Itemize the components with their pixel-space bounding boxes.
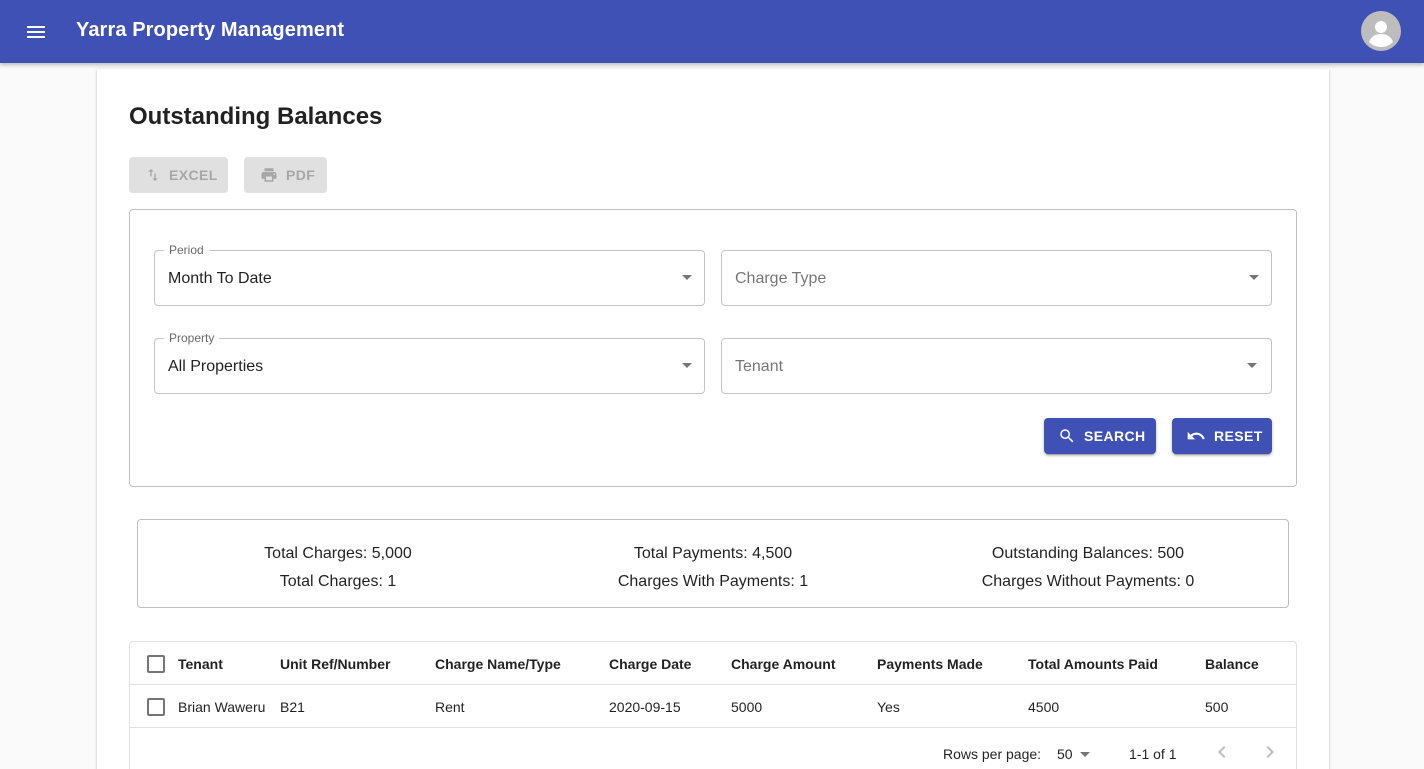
period-select[interactable]: Period Month To Date [154, 243, 705, 306]
chevron-left-icon [1218, 746, 1226, 758]
total-payments-amount: Total Payments: 4,500 [633, 545, 793, 562]
rows-per-page-select[interactable]: 50 [1057, 746, 1073, 762]
app-title: Yarra Property Management [76, 19, 345, 41]
dropdown-arrow-icon [682, 275, 692, 280]
charges-without-payments: Charges Without Payments: 0 [981, 573, 1195, 590]
total-charges-amount: Total Charges: 5,000 [264, 545, 412, 562]
select-all-checkbox[interactable] [147, 655, 165, 673]
reset-button-label: RESET [1214, 428, 1263, 444]
avatar[interactable] [1361, 11, 1401, 51]
data-grid: Tenant Unit Ref/Number Charge Name/Type … [129, 641, 1297, 769]
page-title: Outstanding Balances [129, 103, 383, 130]
table-pagination: Rows per page: 50 1-1 of 1 [130, 728, 1296, 769]
column-header[interactable]: Payments Made [877, 656, 983, 672]
table-cell: 500 [1205, 699, 1229, 715]
charge-type-placeholder: Charge Type [735, 270, 827, 287]
column-header[interactable]: Unit Ref/Number [280, 656, 390, 672]
chevron-right-icon [1266, 746, 1274, 758]
menu-icon[interactable] [20, 16, 52, 48]
table-cell: Rent [435, 699, 465, 715]
period-label: Period [164, 243, 209, 257]
search-icon [1060, 429, 1074, 443]
column-header[interactable]: Charge Date [609, 656, 691, 672]
import-export-icon [148, 169, 158, 181]
pdf-export-label: PDF [286, 167, 316, 183]
table-cell: Brian Waweru [178, 699, 266, 715]
column-header[interactable]: Tenant [178, 656, 223, 672]
summary-payments: Total Payments: 4,500 Charges With Payme… [563, 540, 863, 596]
column-header[interactable]: Total Amounts Paid [1028, 656, 1158, 672]
summary-balances: Outstanding Balances: 500 Charges Withou… [938, 540, 1238, 596]
table-row[interactable]: Brian Waweru B21 Rent 2020-09-15 5000 Ye… [130, 685, 1296, 728]
pdf-export-button[interactable]: PDF [244, 157, 327, 193]
table-cell: 5000 [731, 699, 763, 715]
summary-charges: Total Charges: 5,000 Total Charges: 1 [188, 540, 488, 596]
account-icon [1369, 21, 1393, 47]
period-value: Month To Date [168, 270, 272, 287]
dropdown-arrow-icon [1249, 275, 1259, 280]
excel-export-button[interactable]: EXCEL [129, 157, 228, 193]
dropdown-arrow-icon [682, 363, 692, 368]
table-cell: 2020-09-15 [609, 699, 681, 715]
column-header[interactable]: Charge Name/Type [435, 656, 561, 672]
rows-per-page-label: Rows per page: [943, 746, 1042, 762]
search-button[interactable]: SEARCH [1044, 418, 1156, 454]
property-select[interactable]: Property All Properties [154, 331, 705, 394]
total-charges-count: Total Charges: 1 [279, 573, 397, 590]
reset-button[interactable]: RESET [1172, 418, 1272, 454]
property-value: All Properties [168, 358, 264, 375]
property-label: Property [164, 331, 220, 345]
outstanding-balances: Outstanding Balances: 500 [991, 545, 1185, 562]
next-page-button[interactable] [1258, 740, 1282, 764]
excel-export-label: EXCEL [169, 167, 218, 183]
summary-panel: Total Charges: 5,000 Total Charges: 1 To… [137, 519, 1289, 608]
page-range: 1-1 of 1 [1129, 746, 1177, 762]
tenant-select[interactable]: Tenant [721, 338, 1272, 394]
print-icon [261, 168, 277, 182]
table-cell: 4500 [1028, 699, 1060, 715]
tenant-placeholder: Tenant [735, 358, 784, 375]
table-cell: B21 [280, 699, 305, 715]
table-cell: Yes [877, 699, 900, 715]
column-header[interactable]: Charge Amount [731, 656, 835, 672]
undo-icon [1187, 431, 1205, 440]
charge-type-select[interactable]: Charge Type [721, 250, 1272, 306]
table-header: Tenant Unit Ref/Number Charge Name/Type … [130, 642, 1296, 685]
row-checkbox[interactable] [147, 698, 165, 716]
search-button-label: SEARCH [1084, 428, 1146, 444]
dropdown-arrow-icon [1247, 363, 1257, 368]
app-bar: Yarra Property Management [0, 0, 1424, 63]
previous-page-button[interactable] [1210, 740, 1234, 764]
column-header[interactable]: Balance [1205, 656, 1259, 672]
charges-with-payments: Charges With Payments: 1 [617, 573, 809, 590]
chevron-down-icon[interactable] [1080, 752, 1090, 757]
